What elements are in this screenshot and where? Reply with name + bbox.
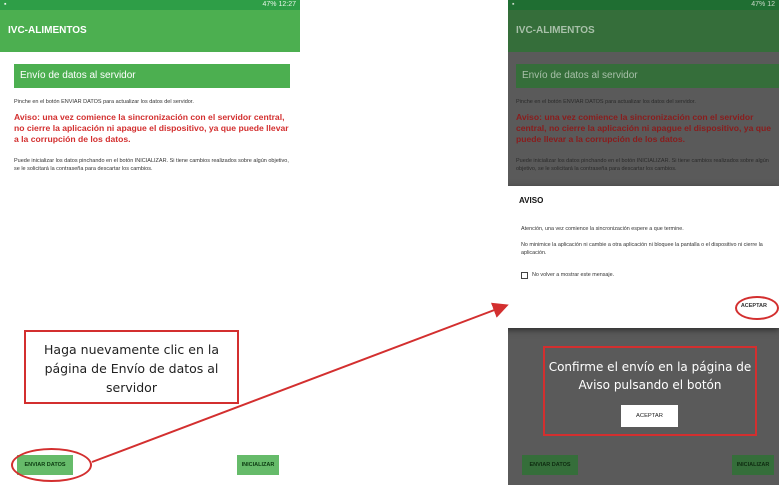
- app-title: IVC-ALIMENTOS: [0, 10, 300, 52]
- status-bar: ▪ 47% 12: [508, 0, 779, 10]
- callout-accept-button: ACEPTAR: [621, 405, 678, 427]
- image-icon: ▪: [512, 1, 515, 8]
- info-text: Puede inicializar los datos pinchando en…: [516, 158, 769, 172]
- callout-text: Haga nuevamente clic en la página de Env…: [44, 342, 219, 395]
- callout-text: Confirme el envío en la página de Aviso …: [548, 360, 752, 392]
- warning-text: Aviso: una vez comience la sincronizació…: [516, 112, 772, 144]
- app-title: IVC-ALIMENTOS: [508, 10, 779, 52]
- dont-show-again-label: No volver a mostrar este mensaje.: [532, 272, 615, 278]
- initialize-button[interactable]: INICIALIZAR: [237, 455, 279, 475]
- warning-text: Aviso: una vez comience la sincronizació…: [14, 112, 289, 144]
- send-button-highlight: [11, 448, 92, 482]
- right-instruction-callout: Confirme el envío en la página de Aviso …: [543, 346, 757, 436]
- status-right: 47% 12:27: [262, 1, 296, 8]
- image-icon: ▪: [4, 1, 7, 8]
- initialize-button[interactable]: INICIALIZAR: [732, 455, 774, 475]
- send-data-button[interactable]: ENVIAR DATOS: [522, 455, 578, 475]
- section-title: Envío de datos al servidor: [516, 64, 779, 88]
- left-instruction-callout: Haga nuevamente clic en la página de Env…: [24, 330, 239, 404]
- dialog-title: AVISO: [519, 196, 544, 205]
- accept-button-highlight: [735, 296, 779, 320]
- dont-show-again-checkbox[interactable]: [521, 272, 528, 279]
- dialog-message-2: No minimice la aplicación ni cambie a ot…: [521, 242, 763, 256]
- intro-text: Pinche en el botón ENVIAR DATOS para act…: [14, 99, 194, 105]
- section-title: Envío de datos al servidor: [14, 64, 290, 88]
- dialog-message-1: Atención, una vez comience la sincroniza…: [521, 226, 684, 232]
- intro-text: Pinche en el botón ENVIAR DATOS para act…: [516, 99, 696, 105]
- left-phone-screen: ▪ 47% 12:27 IVC-ALIMENTOS Envío de datos…: [0, 0, 300, 485]
- tutorial-composite: ▪ 47% 12:27 IVC-ALIMENTOS Envío de datos…: [0, 0, 779, 485]
- status-right: 47% 12: [751, 1, 775, 8]
- status-bar: ▪ 47% 12:27: [0, 0, 300, 10]
- info-text: Puede inicializar los datos pinchando en…: [14, 158, 289, 172]
